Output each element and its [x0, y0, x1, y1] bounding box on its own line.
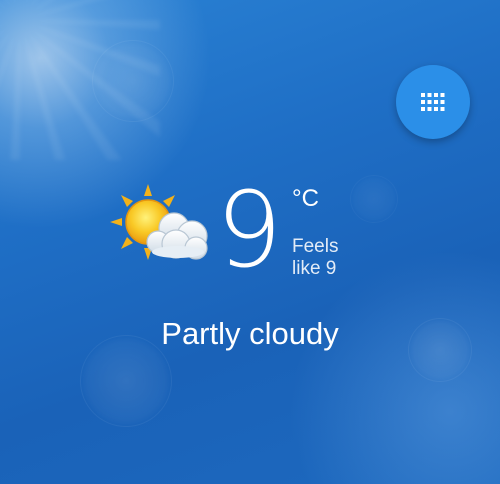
feels-like-line: like 9 [292, 258, 337, 279]
background-bokeh [92, 40, 174, 122]
weather-condition-text: Partly cloudy [161, 316, 339, 351]
temperature-unit: °C [292, 185, 319, 212]
feels-like-line: Feels [292, 236, 339, 257]
weather-screen: 9 °C Feels like 9 Partly cloudy [0, 0, 500, 484]
temperature-value: 9 [216, 169, 282, 291]
grid-apps-icon [421, 93, 445, 111]
apps-menu-button[interactable] [396, 65, 470, 139]
feels-like-text: Feels like 9 [292, 236, 362, 280]
background-bokeh [350, 175, 398, 223]
partly-cloudy-icon [110, 184, 208, 260]
